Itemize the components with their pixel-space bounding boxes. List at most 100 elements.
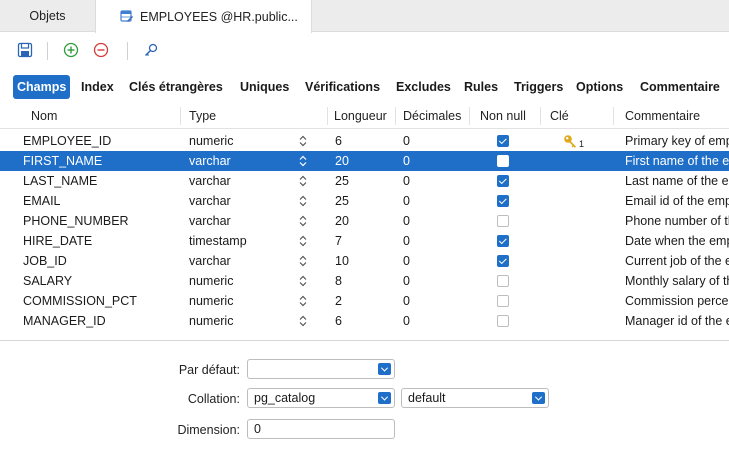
key-cell[interactable]: 1 bbox=[563, 131, 593, 151]
not-null-checkbox[interactable] bbox=[497, 155, 509, 167]
remove-field-button[interactable] bbox=[90, 39, 112, 61]
tab-foreign-keys[interactable]: Clés étrangères bbox=[129, 75, 223, 99]
key-cell[interactable] bbox=[563, 271, 593, 291]
collation-select[interactable]: default bbox=[401, 388, 549, 408]
field-length-cell[interactable]: 25 bbox=[335, 171, 395, 191]
not-null-checkbox[interactable] bbox=[497, 295, 509, 307]
column-header-key[interactable]: Clé bbox=[550, 103, 569, 129]
column-divider[interactable] bbox=[395, 107, 396, 125]
field-name-cell[interactable]: EMPLOYEE_ID bbox=[23, 131, 180, 151]
not-null-checkbox-cell[interactable] bbox=[496, 271, 510, 291]
type-spinner-icon[interactable] bbox=[297, 291, 309, 311]
column-divider[interactable] bbox=[327, 107, 328, 125]
field-decimals-cell[interactable]: 0 bbox=[403, 271, 463, 291]
field-name-cell[interactable]: COMMISSION_PCT bbox=[23, 291, 180, 311]
column-header-length[interactable]: Longueur bbox=[334, 103, 387, 129]
column-divider[interactable] bbox=[469, 107, 470, 125]
column-header-not-null[interactable]: Non null bbox=[480, 103, 526, 129]
field-decimals-cell[interactable]: 0 bbox=[403, 251, 463, 271]
table-row[interactable]: COMMISSION_PCT numeric 2 0 Commission percen bbox=[0, 291, 729, 311]
not-null-checkbox-cell[interactable] bbox=[496, 251, 510, 271]
field-name-cell[interactable]: LAST_NAME bbox=[23, 171, 180, 191]
type-spinner-icon[interactable] bbox=[297, 311, 309, 331]
type-spinner-icon[interactable] bbox=[297, 211, 309, 231]
field-comment-cell[interactable]: Last name of the em bbox=[625, 171, 729, 191]
field-type-cell[interactable]: numeric bbox=[189, 131, 289, 151]
type-spinner-icon[interactable] bbox=[297, 151, 309, 171]
key-cell[interactable] bbox=[563, 231, 593, 251]
field-type-cell[interactable]: varchar bbox=[189, 251, 289, 271]
table-row[interactable]: MANAGER_ID numeric 6 0 Manager id of the e bbox=[0, 311, 729, 331]
key-cell[interactable] bbox=[563, 311, 593, 331]
field-type-cell[interactable]: numeric bbox=[189, 291, 289, 311]
primary-key-button[interactable] bbox=[140, 39, 162, 61]
not-null-checkbox-cell[interactable] bbox=[496, 311, 510, 331]
field-type-cell[interactable]: timestamp bbox=[189, 231, 289, 251]
field-name-cell[interactable]: MANAGER_ID bbox=[23, 311, 180, 331]
not-null-checkbox[interactable] bbox=[497, 315, 509, 327]
key-cell[interactable] bbox=[563, 291, 593, 311]
field-decimals-cell[interactable]: 0 bbox=[403, 151, 463, 171]
field-decimals-cell[interactable]: 0 bbox=[403, 131, 463, 151]
default-value-select[interactable] bbox=[247, 359, 395, 379]
field-comment-cell[interactable]: First name of the en bbox=[625, 151, 729, 171]
field-comment-cell[interactable]: Manager id of the e bbox=[625, 311, 729, 331]
not-null-checkbox[interactable] bbox=[497, 275, 509, 287]
type-spinner-icon[interactable] bbox=[297, 131, 309, 151]
not-null-checkbox[interactable] bbox=[497, 215, 509, 227]
key-cell[interactable] bbox=[563, 191, 593, 211]
tab-rules[interactable]: Rules bbox=[464, 75, 498, 99]
not-null-checkbox[interactable] bbox=[497, 235, 509, 247]
field-decimals-cell[interactable]: 0 bbox=[403, 231, 463, 251]
field-name-cell[interactable]: HIRE_DATE bbox=[23, 231, 180, 251]
field-decimals-cell[interactable]: 0 bbox=[403, 291, 463, 311]
not-null-checkbox[interactable] bbox=[497, 175, 509, 187]
type-spinner-icon[interactable] bbox=[297, 231, 309, 251]
tab-fields[interactable]: Champs bbox=[13, 75, 71, 99]
tab-uniques[interactable]: Uniques bbox=[240, 75, 289, 99]
not-null-checkbox-cell[interactable] bbox=[496, 191, 510, 211]
field-length-cell[interactable]: 2 bbox=[335, 291, 395, 311]
table-row[interactable]: LAST_NAME varchar 25 0 Last name of the em bbox=[0, 171, 729, 191]
save-button[interactable] bbox=[14, 39, 36, 61]
column-divider[interactable] bbox=[613, 107, 614, 125]
not-null-checkbox-cell[interactable] bbox=[496, 171, 510, 191]
field-name-cell[interactable]: JOB_ID bbox=[23, 251, 180, 271]
add-field-button[interactable] bbox=[60, 39, 82, 61]
column-header-type[interactable]: Type bbox=[189, 103, 216, 129]
tab-options[interactable]: Options bbox=[576, 75, 623, 99]
not-null-checkbox[interactable] bbox=[497, 135, 509, 147]
type-spinner-icon[interactable] bbox=[297, 191, 309, 211]
column-header-comment[interactable]: Commentaire bbox=[625, 103, 700, 129]
field-type-cell[interactable]: numeric bbox=[189, 271, 289, 291]
field-name-cell[interactable]: PHONE_NUMBER bbox=[23, 211, 180, 231]
not-null-checkbox[interactable] bbox=[497, 255, 509, 267]
column-divider[interactable] bbox=[180, 107, 181, 125]
tab-comment[interactable]: Commentaire bbox=[640, 75, 720, 99]
tab-index[interactable]: Index bbox=[81, 75, 114, 99]
field-type-cell[interactable]: numeric bbox=[189, 311, 289, 331]
not-null-checkbox-cell[interactable] bbox=[496, 231, 510, 251]
field-comment-cell[interactable]: Email id of the empl bbox=[625, 191, 729, 211]
field-length-cell[interactable]: 20 bbox=[335, 151, 395, 171]
field-decimals-cell[interactable]: 0 bbox=[403, 211, 463, 231]
field-comment-cell[interactable]: Date when the empl bbox=[625, 231, 729, 251]
type-spinner-icon[interactable] bbox=[297, 271, 309, 291]
key-cell[interactable] bbox=[563, 151, 593, 171]
column-divider[interactable] bbox=[540, 107, 541, 125]
tab-checks[interactable]: Vérifications bbox=[305, 75, 380, 99]
not-null-checkbox-cell[interactable] bbox=[496, 291, 510, 311]
tab-excludes[interactable]: Excludes bbox=[396, 75, 451, 99]
field-comment-cell[interactable]: Current job of the e bbox=[625, 251, 729, 271]
field-comment-cell[interactable]: Phone number of th bbox=[625, 211, 729, 231]
field-name-cell[interactable]: SALARY bbox=[23, 271, 180, 291]
field-length-cell[interactable]: 8 bbox=[335, 271, 395, 291]
field-name-cell[interactable]: EMAIL bbox=[23, 191, 180, 211]
table-row[interactable]: PHONE_NUMBER varchar 20 0 Phone number of th bbox=[0, 211, 729, 231]
not-null-checkbox[interactable] bbox=[497, 195, 509, 207]
field-length-cell[interactable]: 7 bbox=[335, 231, 395, 251]
key-cell[interactable] bbox=[563, 171, 593, 191]
key-cell[interactable] bbox=[563, 251, 593, 271]
tab-objects[interactable]: Objets bbox=[0, 0, 95, 32]
not-null-checkbox-cell[interactable] bbox=[496, 151, 510, 171]
